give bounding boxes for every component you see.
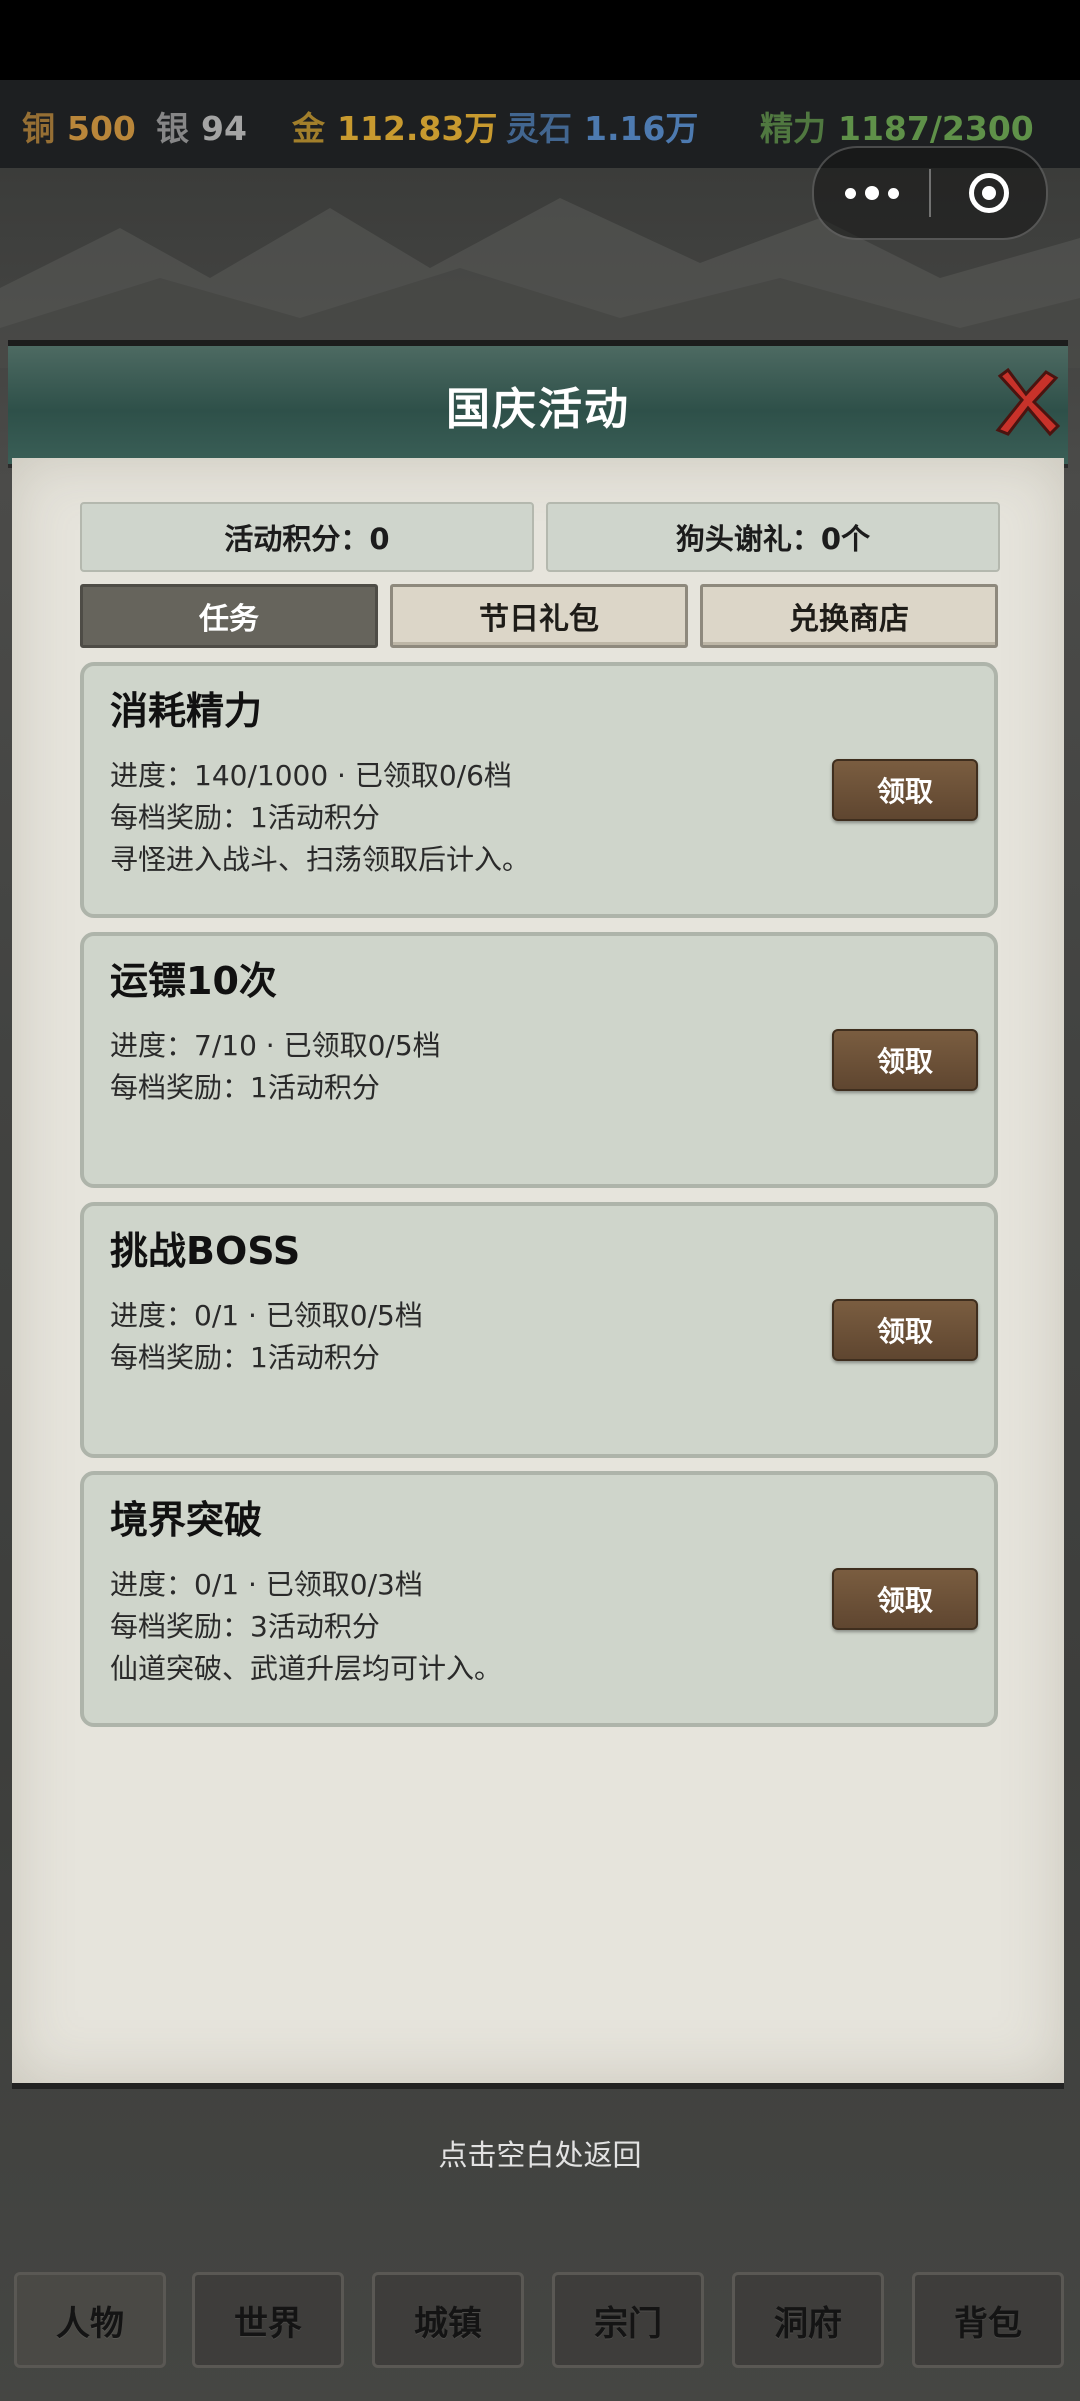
copper-counter: 铜 500 <box>22 102 136 150</box>
nav-label: 世界 <box>234 2303 302 2344</box>
gold-label: 金 <box>292 109 325 148</box>
task-title: 消耗精力 <box>110 689 263 733</box>
claim-button[interactable]: 领取 <box>832 759 978 821</box>
spirit-stone-counter: 灵石 1.16万 <box>506 102 698 150</box>
nav-sect[interactable]: 宗门 <box>552 2272 704 2368</box>
task-card: 消耗精力 进度：140/1000 · 已领取0/6档 每档奖励：1活动积分 寻怪… <box>80 662 998 918</box>
nav-label: 城镇 <box>414 2303 482 2344</box>
miniapp-capsule <box>812 146 1048 240</box>
tab-exchange-shop-label: 兑换商店 <box>789 602 909 637</box>
return-hint[interactable]: 点击空白处返回 <box>0 2132 1080 2174</box>
silver-counter: 银 94 <box>156 102 247 150</box>
task-reward: 每档奖励：1活动积分 <box>110 1341 380 1374</box>
task-reward: 每档奖励：1活动积分 <box>110 1071 380 1104</box>
activity-points-text: 活动积分：0 <box>224 522 390 556</box>
task-title: 挑战BOSS <box>110 1229 301 1273</box>
claim-button[interactable]: 领取 <box>832 1299 978 1361</box>
spirit-stone-label: 灵石 <box>506 109 572 148</box>
modal-header: 国庆活动 <box>8 340 1068 468</box>
nav-cave-dwelling[interactable]: 洞府 <box>732 2272 884 2368</box>
task-card: 境界突破 进度：0/1 · 已领取0/3档 每档奖励：3活动积分 仙道突破、武道… <box>80 1471 998 1727</box>
task-reward: 每档奖励：3活动积分 <box>110 1610 380 1643</box>
task-note: 仙道突破、武道升层均可计入。 <box>110 1652 503 1685</box>
claim-button[interactable]: 领取 <box>832 1568 978 1630</box>
nav-backpack[interactable]: 背包 <box>912 2272 1064 2368</box>
task-reward: 每档奖励：1活动积分 <box>110 801 380 834</box>
task-progress: 进度：0/1 · 已领取0/3档 <box>110 1568 423 1601</box>
silver-value: 94 <box>201 109 247 148</box>
task-progress: 进度：7/10 · 已领取0/5档 <box>110 1029 441 1062</box>
task-card: 运镖10次 进度：7/10 · 已领取0/5档 每档奖励：1活动积分 领取 <box>80 932 998 1188</box>
energy-label: 精力 <box>760 109 826 148</box>
nav-character[interactable]: 人物 <box>14 2272 166 2368</box>
nav-town[interactable]: 城镇 <box>372 2272 524 2368</box>
tab-holiday-gift[interactable]: 节日礼包 <box>390 584 688 648</box>
status-bar <box>0 0 1080 80</box>
nav-label: 洞府 <box>774 2303 842 2344</box>
task-progress: 进度：0/1 · 已领取0/5档 <box>110 1299 423 1332</box>
tab-tasks-label: 任务 <box>199 602 259 637</box>
energy-value: 1187/2300 <box>838 109 1034 148</box>
gift-count-text: 狗头谢礼：0个 <box>675 522 871 556</box>
more-dots-icon[interactable] <box>814 186 929 200</box>
nav-label: 宗门 <box>594 2303 662 2344</box>
gold-counter: 金 112.83万 <box>292 102 497 150</box>
task-title: 运镖10次 <box>110 959 277 1003</box>
modal-title: 国庆活动 <box>446 384 630 435</box>
task-card: 挑战BOSS 进度：0/1 · 已领取0/5档 每档奖励：1活动积分 领取 <box>80 1202 998 1458</box>
close-x-icon[interactable] <box>986 364 1066 444</box>
nav-world[interactable]: 世界 <box>192 2272 344 2368</box>
gift-count-box: 狗头谢礼：0个 <box>546 502 1000 572</box>
task-note: 寻怪进入战斗、扫荡领取后计入。 <box>110 843 531 876</box>
copper-value: 500 <box>67 109 136 148</box>
task-progress: 进度：140/1000 · 已领取0/6档 <box>110 759 512 792</box>
nav-label: 人物 <box>56 2303 124 2344</box>
gold-value: 112.83万 <box>337 109 498 148</box>
claim-button[interactable]: 领取 <box>832 1029 978 1091</box>
silver-label: 银 <box>156 109 189 148</box>
copper-label: 铜 <box>22 109 55 148</box>
tab-tasks[interactable]: 任务 <box>80 584 378 648</box>
target-circle-icon[interactable] <box>931 173 1046 213</box>
spirit-stone-value: 1.16万 <box>584 109 699 148</box>
activity-points-box: 活动积分：0 <box>80 502 534 572</box>
nav-label: 背包 <box>954 2303 1022 2344</box>
tab-exchange-shop[interactable]: 兑换商店 <box>700 584 998 648</box>
tab-holiday-gift-label: 节日礼包 <box>479 602 599 637</box>
energy-counter: 精力 1187/2300 <box>760 102 1034 150</box>
task-title: 境界突破 <box>110 1498 263 1542</box>
